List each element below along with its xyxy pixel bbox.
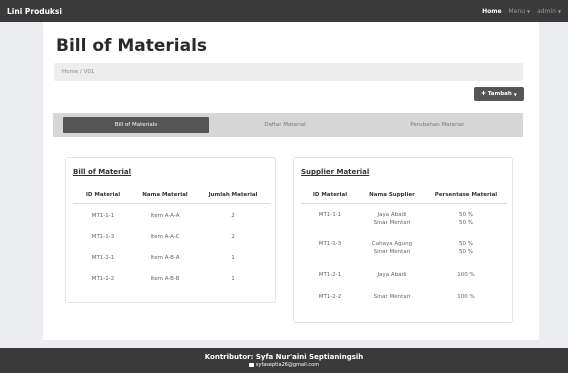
tab-daftar-material[interactable]: Daftar Material: [209, 117, 361, 133]
supplier-percent: 50 %: [459, 212, 473, 218]
table-row: MT1-2-2 Sinar Mentari 100 %: [301, 294, 507, 300]
cell-name: Item A-B-A: [150, 255, 180, 261]
table-row: MT1-2-1 Item A-B-A 1: [73, 255, 269, 261]
supplier-percent: 100 %: [457, 294, 475, 300]
cell-id: MT1-2-1: [318, 272, 342, 278]
bom-card: Bill of Material ID Material Nama Materi…: [65, 157, 276, 303]
main-content: Bill of Materials Home / V01 ✚ Tambah ▼ …: [43, 22, 539, 340]
table-row: MT1-1-3 Item A-A-C 2: [73, 234, 269, 240]
cell-qty: 1: [231, 276, 235, 282]
cell-id: MT1-2-1: [91, 255, 115, 261]
tab-bill-of-materials[interactable]: Bill of Materials: [63, 117, 209, 133]
supplier-percent: 100 %: [457, 272, 475, 278]
cell-qty: 2: [231, 213, 235, 219]
supplier-name: Jaya Abadi: [377, 272, 407, 278]
supplier-percent: 50 %: [459, 241, 473, 247]
column-header: Persentase Material: [434, 192, 498, 198]
column-header: Nama Material: [142, 192, 188, 198]
cell-id: MT1-1-1: [91, 213, 115, 219]
navbar: Lini Produksi Home Menu ▼ admin ▼: [0, 0, 568, 22]
header-divider: [301, 203, 507, 204]
cell-name: Item A-A-C: [150, 234, 180, 240]
nav-menu: Home Menu ▼ admin ▼: [482, 8, 561, 15]
caret-down-icon: ▼: [527, 8, 531, 14]
table-row: MT1-2-1 Jaya Abadi 100 %: [301, 272, 507, 278]
cell-id: MT1-2-2: [91, 276, 115, 282]
footer-email-text: syfaseptia26@gmail.com: [255, 362, 320, 368]
bom-card-title: Bill of Material: [73, 168, 132, 176]
header-divider: [73, 203, 270, 204]
breadcrumb[interactable]: Home / V01: [54, 63, 523, 81]
add-button-label: Tambah: [487, 91, 512, 97]
column-header: Jumlah Material: [208, 192, 258, 198]
tab-perubahan-material[interactable]: Perubahan Material: [361, 117, 513, 133]
caret-down-icon: ▼: [557, 8, 561, 14]
footer-email[interactable]: syfaseptia26@gmail.com: [0, 362, 568, 368]
nav-menu-label: Menu: [508, 7, 526, 15]
footer-contributor: Kontributor: Syfa Nur'aini Septianingsih: [204, 353, 364, 361]
plus-icon: ✚: [481, 91, 486, 97]
cell-id: MT1-1-1: [318, 212, 342, 218]
supplier-name: Sinar Mentari: [373, 249, 411, 255]
supplier-name: Sinar Mentari: [373, 220, 411, 226]
supplier-table-header: ID Material Nama Supplier Persentase Mat…: [301, 192, 507, 198]
footer: Kontributor: Syfa Nur'aini Septianingsih…: [0, 348, 568, 373]
supplier-name: Cahaya Agung: [371, 241, 413, 247]
nav-home-link[interactable]: Home: [482, 8, 501, 15]
table-row: MT1-1-1 Item A-A-A 2: [73, 213, 269, 219]
page-title: Bill of Materials: [56, 36, 208, 56]
cell-id: MT1-1-3: [318, 241, 342, 247]
caret-down-icon: ▼: [513, 91, 517, 97]
supplier-card: Supplier Material ID Material Nama Suppl…: [293, 157, 513, 323]
column-header: Nama Supplier: [369, 192, 415, 198]
brand-link[interactable]: Lini Produksi: [7, 7, 62, 16]
tab-pane: Bill of Material ID Material Nama Materi…: [53, 137, 523, 327]
cell-suppliers: Cahaya Agung Sinar Mentari: [359, 241, 425, 255]
nav-user-label: admin: [537, 7, 556, 15]
nav-menu-dropdown[interactable]: Menu ▼: [509, 8, 531, 15]
column-header: ID Material: [85, 192, 121, 198]
cell-percents: 50 % 50 %: [425, 241, 507, 255]
cell-name: Item A-B-B: [150, 276, 180, 282]
add-button[interactable]: ✚ Tambah ▼: [474, 87, 524, 101]
cell-suppliers: Jaya Abadi Sinar Mentari: [359, 212, 425, 226]
supplier-percent: 50 %: [459, 220, 473, 226]
tab-bar: Bill of Materials Daftar Material Peruba…: [53, 113, 523, 137]
cell-qty: 1: [231, 255, 235, 261]
bom-table-header: ID Material Nama Material Jumlah Materia…: [73, 192, 269, 198]
supplier-percent: 50 %: [459, 249, 473, 255]
cell-percents: 50 % 50 %: [425, 212, 507, 226]
supplier-name: Sinar Mentari: [373, 294, 411, 300]
cell-id: MT1-2-2: [318, 294, 342, 300]
column-header: ID Material: [312, 192, 348, 198]
supplier-card-title: Supplier Material: [301, 168, 370, 176]
envelope-icon: [248, 363, 254, 367]
cell-name: Item A-A-A: [150, 213, 180, 219]
table-row: MT1-1-1 Jaya Abadi Sinar Mentari 50 % 50…: [301, 212, 507, 226]
table-row: MT1-1-3 Cahaya Agung Sinar Mentari 50 % …: [301, 241, 507, 255]
cell-id: MT1-1-3: [91, 234, 115, 240]
nav-user-dropdown[interactable]: admin ▼: [537, 8, 561, 15]
table-row: MT1-2-2 Item A-B-B 1: [73, 276, 269, 282]
cell-qty: 2: [231, 234, 235, 240]
supplier-name: Jaya Abadi: [377, 212, 407, 218]
